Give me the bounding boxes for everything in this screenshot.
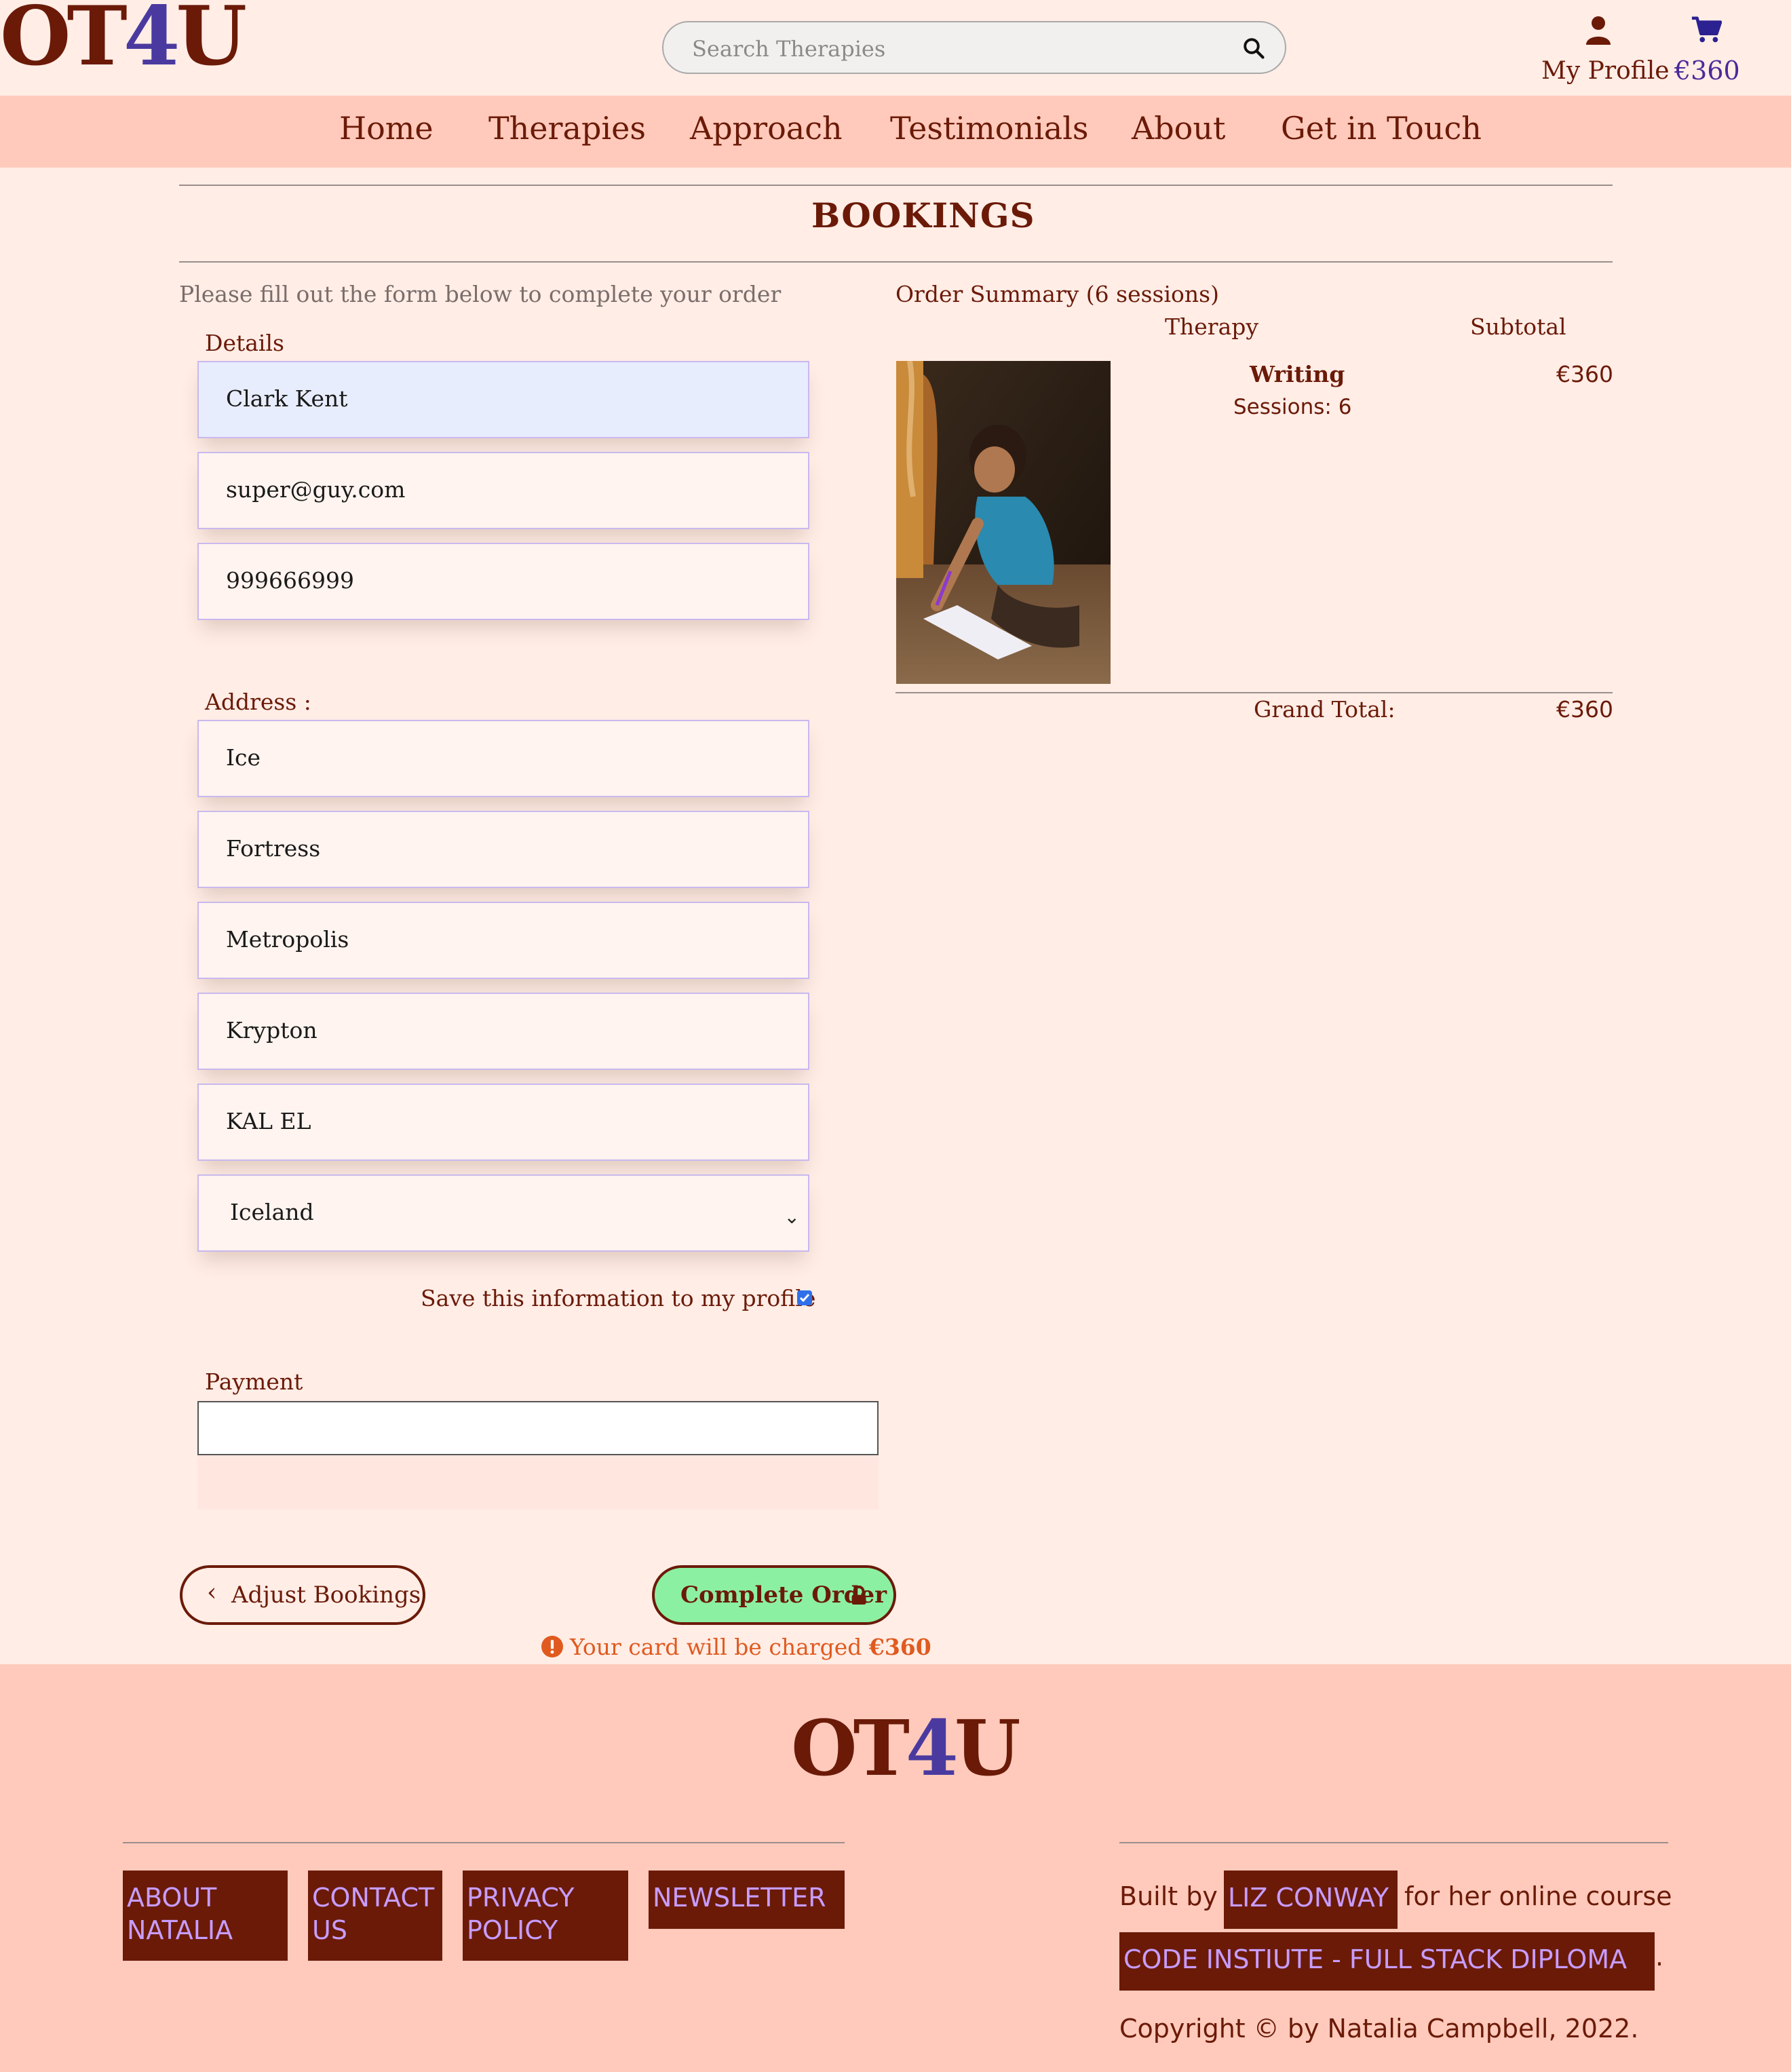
email-field[interactable]: super@guy.com bbox=[197, 452, 809, 529]
card-errors bbox=[197, 1455, 879, 1510]
author-link[interactable]: LIZ CONWAY bbox=[1224, 1870, 1398, 1929]
complete-order-button[interactable]: Complete Order bbox=[652, 1565, 896, 1625]
address-label: Address : bbox=[205, 689, 311, 715]
country-select[interactable]: Iceland ⌄ bbox=[197, 1174, 809, 1252]
street-address-2-field[interactable]: Fortress bbox=[197, 811, 809, 888]
full-name-field[interactable]: Clark Kent bbox=[197, 361, 809, 438]
my-profile-link[interactable]: My Profile bbox=[1541, 57, 1670, 85]
search-input[interactable] bbox=[691, 29, 1222, 69]
chevron-left-icon: ‹ bbox=[207, 1579, 217, 1607]
postcode-field[interactable]: KAL EL bbox=[197, 1083, 809, 1161]
page-title: BOOKINGS bbox=[811, 195, 1035, 235]
divider bbox=[896, 692, 1613, 693]
divider bbox=[179, 261, 1613, 263]
grand-total-value: €360 bbox=[1556, 696, 1613, 723]
street-address-1-field[interactable]: Ice bbox=[197, 720, 809, 797]
therapy-image bbox=[896, 361, 1111, 684]
payment-label: Payment bbox=[205, 1368, 303, 1395]
cart-total[interactable]: €360 bbox=[1674, 56, 1740, 85]
nav-approach[interactable]: Approach bbox=[690, 110, 843, 147]
col-therapy: Therapy bbox=[1165, 313, 1259, 340]
grand-total-label: Grand Total: bbox=[1254, 696, 1395, 723]
lock-icon bbox=[851, 1586, 866, 1605]
course-text: for her online course bbox=[1404, 1881, 1672, 1911]
therapy-item-name: Writing bbox=[1250, 361, 1345, 387]
user-icon[interactable] bbox=[1585, 15, 1612, 45]
search-icon[interactable] bbox=[1241, 36, 1266, 60]
copyright: Copyright © by Natalia Campbell, 2022. bbox=[1119, 2014, 1639, 2044]
check-icon bbox=[799, 1294, 810, 1303]
nav-get-in-touch[interactable]: Get in Touch bbox=[1281, 110, 1482, 147]
nav-about[interactable]: About bbox=[1132, 110, 1225, 147]
footer-divider bbox=[123, 1842, 845, 1843]
order-summary-heading: Order Summary (6 sessions) bbox=[896, 281, 1219, 307]
charge-warning: Your card will be charged €360 bbox=[570, 1634, 931, 1660]
exclamation-icon bbox=[541, 1636, 563, 1657]
therapy-item-sessions: Sessions: 6 bbox=[1233, 395, 1352, 419]
county-field[interactable]: Krypton bbox=[197, 993, 809, 1070]
details-label: Details bbox=[205, 330, 284, 356]
footer-link-newsletter[interactable]: NEWSLETTER bbox=[649, 1870, 845, 1929]
save-info-checkbox[interactable] bbox=[797, 1290, 812, 1305]
nav-home[interactable]: Home bbox=[339, 110, 434, 147]
save-info-label: Save this information to my profile bbox=[421, 1285, 816, 1311]
footer-logo[interactable]: OT4U bbox=[791, 1711, 1020, 1787]
site-logo[interactable]: OT4U bbox=[0, 0, 247, 77]
course-link[interactable]: CODE INSTIUTE - FULL STACK DIPLOMA bbox=[1119, 1932, 1655, 1991]
nav-testimonials[interactable]: Testimonials bbox=[890, 110, 1089, 147]
divider bbox=[179, 185, 1613, 186]
course-period: . bbox=[1655, 1942, 1664, 1972]
footer-link-contact[interactable]: CONTACT US bbox=[308, 1870, 442, 1961]
search-bar bbox=[662, 21, 1286, 74]
card-input[interactable] bbox=[197, 1401, 879, 1455]
footer-link-privacy[interactable]: PRIVACY POLICY bbox=[463, 1870, 628, 1961]
nav-therapies[interactable]: Therapies bbox=[488, 110, 646, 147]
chevron-down-icon: ⌄ bbox=[784, 1206, 800, 1228]
town-field[interactable]: Metropolis bbox=[197, 902, 809, 979]
footer-link-about[interactable]: ABOUT NATALIA bbox=[123, 1870, 288, 1961]
col-subtotal: Subtotal bbox=[1470, 313, 1566, 340]
footer-divider bbox=[1119, 1842, 1668, 1843]
form-intro: Please fill out the form below to comple… bbox=[179, 281, 782, 307]
built-by-text: Built by bbox=[1119, 1881, 1218, 1911]
phone-field[interactable]: 999666999 bbox=[197, 543, 809, 620]
adjust-bookings-button[interactable]: ‹ Adjust Bookings bbox=[180, 1565, 425, 1625]
therapy-item-subtotal: €360 bbox=[1556, 361, 1613, 387]
cart-icon[interactable] bbox=[1691, 15, 1722, 45]
